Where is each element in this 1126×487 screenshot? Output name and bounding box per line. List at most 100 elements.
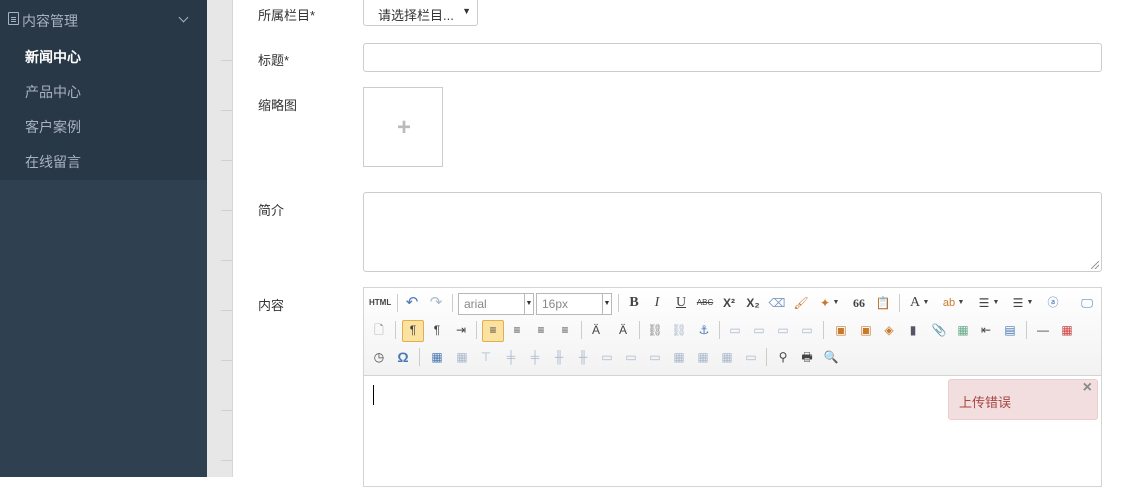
preview-icon[interactable]: 🔍 bbox=[821, 347, 841, 367]
chart-icon[interactable]: ▭ bbox=[741, 347, 761, 367]
sidebar-item-cases[interactable]: 客户案例 bbox=[25, 117, 81, 137]
title-input[interactable] bbox=[363, 43, 1102, 72]
ltr-direction-icon[interactable]: ¶ bbox=[402, 320, 424, 342]
split-cols-icon[interactable]: ▦ bbox=[717, 347, 737, 367]
summary-label: 简介 bbox=[258, 203, 285, 218]
page-gutter bbox=[207, 0, 233, 477]
bold-button[interactable]: B bbox=[624, 293, 644, 313]
subscript-button[interactable]: X₂ bbox=[743, 293, 763, 313]
new-document-icon[interactable]: 🗋 bbox=[369, 320, 389, 340]
chevron-down-icon[interactable]: ▼ bbox=[921, 293, 931, 313]
chevron-down-icon[interactable]: ▼ bbox=[991, 293, 1001, 313]
insert-col-icon[interactable]: ╫ bbox=[549, 347, 569, 367]
format-painter-icon[interactable]: 🖌 bbox=[791, 293, 811, 313]
strikethrough-button[interactable]: ABC bbox=[695, 293, 715, 313]
plus-icon: + bbox=[396, 114, 411, 141]
insert-caption-icon[interactable]: ⊤ bbox=[476, 347, 496, 367]
insert-table-icon[interactable]: ▦ bbox=[427, 347, 447, 367]
attachment-icon[interactable]: 📎 bbox=[929, 320, 949, 340]
sidebar-item-news[interactable]: 新闻中心 bbox=[25, 47, 81, 67]
resize-handle-icon[interactable] bbox=[1091, 261, 1099, 269]
emotion-icon[interactable]: ◈ bbox=[879, 320, 899, 340]
error-message: 上传错误 bbox=[959, 395, 1012, 410]
delete-col-icon[interactable]: ╫ bbox=[573, 347, 593, 367]
paste-plain-icon[interactable]: 📋 bbox=[873, 293, 893, 313]
redo-icon[interactable]: ↷ bbox=[426, 293, 446, 313]
image-float-left-icon[interactable]: ▭ bbox=[749, 320, 769, 340]
thumbnail-upload[interactable]: + bbox=[363, 87, 443, 167]
sidebar-item-products[interactable]: 产品中心 bbox=[25, 82, 81, 102]
document-icon bbox=[8, 12, 19, 25]
eraser-icon[interactable]: ⌫ bbox=[767, 293, 787, 313]
search-replace-icon[interactable]: ⚲ bbox=[773, 347, 793, 367]
content-label: 内容 bbox=[258, 298, 285, 313]
font-family-select[interactable]: arial ▼ bbox=[458, 293, 534, 315]
template-icon[interactable]: ▤ bbox=[1000, 320, 1020, 340]
indent-icon[interactable]: ⇥ bbox=[451, 320, 471, 340]
sidebar-group-content: 内容管理 新闻中心 产品中心 客户案例 在线留言 bbox=[0, 0, 207, 180]
image-float-none-icon[interactable]: ▭ bbox=[725, 320, 745, 340]
title-label: 标题* bbox=[258, 53, 290, 68]
horizontal-rule-icon[interactable]: — bbox=[1033, 320, 1053, 340]
align-right-icon[interactable]: ≡ bbox=[531, 320, 551, 340]
delete-row-icon[interactable]: ╪ bbox=[525, 347, 545, 367]
font-family-value: arial bbox=[464, 297, 487, 311]
merge-right-icon[interactable]: ▭ bbox=[621, 347, 641, 367]
map-icon[interactable]: ▦ bbox=[953, 320, 973, 340]
image-center-icon[interactable]: ▭ bbox=[797, 320, 817, 340]
merge-down-icon[interactable]: ▭ bbox=[645, 347, 665, 367]
image-float-right-icon[interactable]: ▭ bbox=[773, 320, 793, 340]
category-select[interactable]: 请选择栏目... ▼ bbox=[363, 0, 478, 26]
print-icon[interactable]: 🖶 bbox=[797, 347, 817, 367]
anchor-icon[interactable]: ⚓ bbox=[694, 320, 714, 340]
text-caret bbox=[373, 385, 374, 405]
italic-button[interactable]: I bbox=[647, 293, 667, 313]
align-center-icon[interactable]: ≡ bbox=[507, 320, 527, 340]
chevron-down-icon[interactable]: ▼ bbox=[1025, 293, 1035, 313]
category-label: 所属栏目* bbox=[258, 8, 316, 23]
sidebar-item-messages[interactable]: 在线留言 bbox=[25, 152, 81, 172]
delete-table-icon[interactable]: ▦ bbox=[452, 347, 472, 367]
sidebar-group-header[interactable]: 内容管理 bbox=[0, 0, 207, 38]
insert-video-icon[interactable]: ▮ bbox=[903, 320, 923, 340]
summary-textarea[interactable] bbox=[363, 192, 1102, 272]
date-icon[interactable]: ▦ bbox=[1057, 320, 1077, 340]
sidebar-group-title: 内容管理 bbox=[22, 13, 78, 29]
rtl-direction-icon[interactable]: ¶ bbox=[427, 320, 447, 340]
font-size-value: 16px bbox=[542, 297, 569, 311]
align-left-icon[interactable]: ≡ bbox=[482, 320, 504, 342]
insert-row-icon[interactable]: ╪ bbox=[501, 347, 521, 367]
chevron-down-icon[interactable]: ▼ bbox=[831, 293, 841, 313]
superscript-button[interactable]: X² bbox=[719, 293, 739, 313]
dropdown-arrow-icon: ▼ bbox=[602, 294, 611, 314]
split-rows-icon[interactable]: ▦ bbox=[693, 347, 713, 367]
category-select-value: 请选择栏目... bbox=[378, 8, 454, 23]
dropdown-arrow-icon: ▼ bbox=[524, 294, 533, 314]
align-justify-icon[interactable]: ≡ bbox=[555, 320, 575, 340]
dropdown-arrow-icon: ▼ bbox=[462, 6, 471, 16]
unlink-icon[interactable]: ⛓ bbox=[669, 320, 689, 340]
time-icon[interactable]: ◷ bbox=[369, 347, 389, 367]
font-case-upper-icon[interactable]: Ä bbox=[586, 320, 606, 340]
split-cells-icon[interactable]: ▦ bbox=[669, 347, 689, 367]
chevron-down-icon[interactable] bbox=[178, 12, 189, 23]
font-case-lower-icon[interactable]: Ä bbox=[613, 320, 633, 340]
font-size-select[interactable]: 16px ▼ bbox=[536, 293, 612, 315]
insert-frame-icon[interactable]: ⓐ bbox=[1043, 293, 1063, 313]
link-icon[interactable]: ⛓ bbox=[645, 320, 665, 340]
merge-cells-icon[interactable]: ▭ bbox=[597, 347, 617, 367]
fullscreen-icon[interactable]: 🖵 bbox=[1077, 293, 1097, 313]
thumbnail-label: 缩略图 bbox=[258, 98, 298, 113]
blockquote-button[interactable]: 66 bbox=[849, 293, 869, 313]
editor-toolbar: HTML ↶ ↷ arial ▼ 16px ▼ B I U ABC X² X₂ … bbox=[364, 288, 1101, 376]
close-icon[interactable]: × bbox=[1083, 379, 1092, 397]
simple-upload-icon[interactable]: ▣ bbox=[831, 320, 851, 340]
html-source-button[interactable]: HTML bbox=[369, 293, 391, 313]
error-notification: 上传错误 × bbox=[948, 379, 1098, 420]
special-char-button[interactable]: Ω bbox=[393, 347, 413, 367]
insert-code-icon[interactable]: ⇤ bbox=[976, 320, 996, 340]
underline-button[interactable]: U bbox=[671, 293, 691, 313]
undo-icon[interactable]: ↶ bbox=[402, 293, 422, 313]
chevron-down-icon[interactable]: ▼ bbox=[956, 293, 966, 313]
insert-image-icon[interactable]: ▣ bbox=[856, 320, 876, 340]
